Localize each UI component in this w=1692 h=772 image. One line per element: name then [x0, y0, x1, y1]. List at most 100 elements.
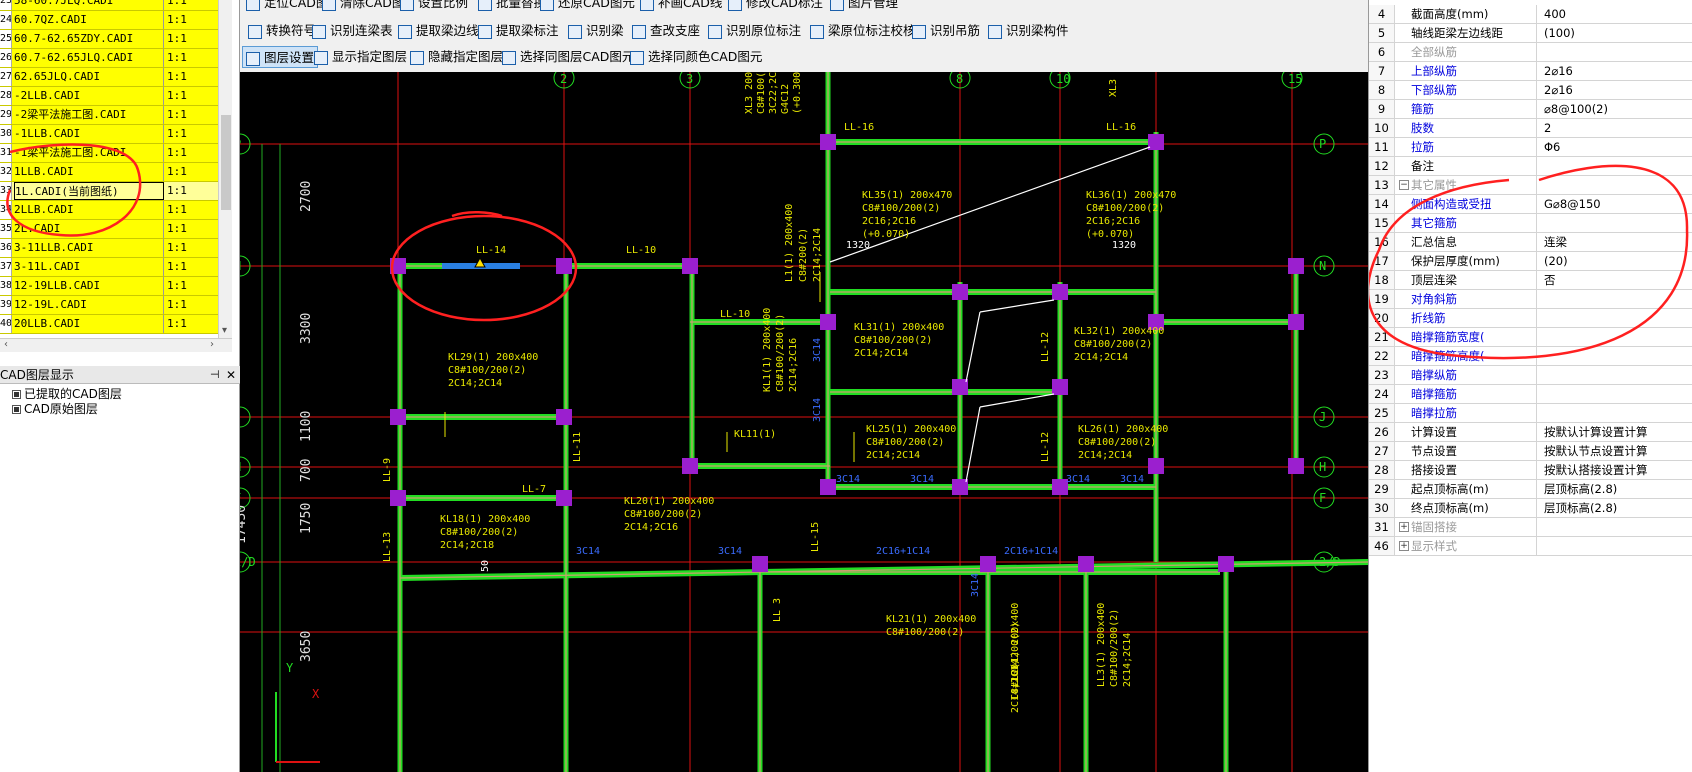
property-value[interactable]: 按默认节点设置计算	[1541, 442, 1692, 460]
drawing-list-vscroll[interactable]: ▾	[218, 0, 232, 338]
toolbar-button[interactable]: 转换符号	[248, 20, 316, 42]
drawing-row[interactable]: 26 60.7-62.65JLQ.CADI 1:1	[0, 49, 218, 68]
scroll-left-icon[interactable]: ‹	[4, 339, 8, 350]
toolbar-button[interactable]: 定位CAD图	[246, 0, 328, 14]
property-value[interactable]: 400	[1541, 5, 1692, 23]
property-value[interactable]	[1541, 176, 1692, 194]
property-value[interactable]: (100)	[1541, 24, 1692, 42]
toolbar-button[interactable]: 补画CAD线	[640, 0, 722, 14]
property-row[interactable]: 21 暗撑箍筋宽度(	[1369, 328, 1692, 347]
property-value[interactable]: 2⌀16	[1541, 62, 1692, 80]
property-row[interactable]: 19 对角斜筋	[1369, 290, 1692, 309]
checkbox-icon[interactable]	[12, 390, 21, 399]
property-value[interactable]: (20)	[1541, 252, 1692, 270]
property-row[interactable]: 29 起点顶标高(m) 层顶标高(2.8)	[1369, 480, 1692, 499]
drawing-row[interactable]: 30 -1LLB.CADI 1:1	[0, 125, 218, 144]
drawing-row[interactable]: 28 -2LLB.CADI 1:1	[0, 87, 218, 106]
scroll-down-icon[interactable]: ▾	[222, 325, 227, 336]
drawing-row[interactable]: 37 3-11L.CADI 1:1	[0, 258, 218, 277]
property-row[interactable]: 4 截面高度(mm) 400	[1369, 5, 1692, 24]
drawing-list-hscroll[interactable]: ‹ ›	[0, 338, 232, 352]
toolbar-button[interactable]: 识别连梁表	[312, 20, 393, 42]
toolbar-button[interactable]: 查改支座	[632, 20, 700, 42]
property-value[interactable]: 2⌀16	[1541, 81, 1692, 99]
toolbar-button[interactable]: 提取梁边线	[398, 20, 479, 42]
toolbar-button[interactable]: 识别原位标注	[708, 20, 801, 42]
pin-icon[interactable]: ⊣	[210, 366, 220, 384]
property-row[interactable]: 11 拉筋 Φ6	[1369, 138, 1692, 157]
property-row[interactable]: 12 备注	[1369, 157, 1692, 176]
toolbar-button[interactable]: 梁原位标注校核	[810, 20, 916, 42]
layer-node-extracted[interactable]: 已提取的CAD图层	[2, 387, 122, 401]
property-row[interactable]: 15 其它箍筋	[1369, 214, 1692, 233]
property-value[interactable]	[1541, 214, 1692, 232]
toolbar-button[interactable]: 隐藏指定图层	[410, 46, 503, 68]
toolbar-button[interactable]: 批量替换	[478, 0, 546, 14]
drawing-row[interactable]: 29 -2梁平法施工图.CADI 1:1	[0, 106, 218, 125]
drawing-row[interactable]: 35 2L.CADI 1:1	[0, 220, 218, 239]
toolbar-button[interactable]: 识别梁	[568, 20, 624, 42]
drawing-row[interactable]: 24 60.7QZ.CADI 1:1	[0, 11, 218, 30]
property-row[interactable]: 5 轴线距梁左边线距 (100)	[1369, 24, 1692, 43]
toolbar-button[interactable]: 选择同颜色CAD图元	[630, 46, 762, 68]
toolbar-button[interactable]: 识别梁构件	[988, 20, 1069, 42]
property-row[interactable]: 16 汇总信息 连梁	[1369, 233, 1692, 252]
toolbar-button[interactable]: 识别吊筋	[912, 20, 980, 42]
scroll-right-icon[interactable]: ›	[210, 339, 214, 350]
drawing-row[interactable]: 36 3-11LLB.CADI 1:1	[0, 239, 218, 258]
drawing-row[interactable]: 40 20LLB.CADI 1:1	[0, 315, 218, 334]
toolbar-button[interactable]: 显示指定图层	[314, 46, 407, 68]
drawing-row[interactable]: 32 1LLB.CADI 1:1	[0, 163, 218, 182]
property-value[interactable]: 层顶标高(2.8)	[1541, 480, 1692, 498]
property-value[interactable]	[1541, 309, 1692, 327]
property-row[interactable]: 28 搭接设置 按默认搭接设置计算	[1369, 461, 1692, 480]
property-row[interactable]: 7 上部纵筋 2⌀16	[1369, 62, 1692, 81]
property-row[interactable]: 27 节点设置 按默认节点设置计算	[1369, 442, 1692, 461]
drawing-row[interactable]: 39 12-19L.CADI 1:1	[0, 296, 218, 315]
property-value[interactable]: G⌀8@150	[1541, 195, 1692, 213]
property-value[interactable]	[1541, 537, 1692, 555]
property-row[interactable]: 9 箍筋 ⌀8@100(2)	[1369, 100, 1692, 119]
property-row[interactable]: 6 全部纵筋	[1369, 43, 1692, 62]
cad-canvas[interactable]: 2381015PNJHF2/DPNJHF2/D27003300110070017…	[240, 72, 1368, 772]
property-value[interactable]: 按默认计算设置计算	[1541, 423, 1692, 441]
property-value[interactable]	[1541, 43, 1692, 61]
property-value[interactable]	[1541, 385, 1692, 403]
toolbar-button[interactable]: 设置比例	[400, 0, 468, 14]
toolbar-button[interactable]: 提取梁标注	[478, 20, 559, 42]
drawing-row[interactable]: 33 1L.CADI(当前图纸) 1:1	[0, 182, 218, 201]
property-value[interactable]: ⌀8@100(2)	[1541, 100, 1692, 118]
property-row[interactable]: 17 保护层厚度(mm) (20)	[1369, 252, 1692, 271]
property-value[interactable]	[1541, 290, 1692, 308]
toolbar-button[interactable]: 图片管理	[830, 0, 898, 14]
property-row[interactable]: 20 折线筋	[1369, 309, 1692, 328]
property-row[interactable]: 30 终点顶标高(m) 层顶标高(2.8)	[1369, 499, 1692, 518]
property-value[interactable]: 否	[1541, 271, 1692, 289]
property-value[interactable]	[1541, 366, 1692, 384]
property-row[interactable]: 13− 其它属性	[1369, 176, 1692, 195]
property-row[interactable]: 23 暗撑纵筋	[1369, 366, 1692, 385]
scroll-thumb[interactable]	[221, 115, 231, 210]
drawing-row[interactable]: 23 58-60.7JLQ.CADI 1:1	[0, 0, 218, 11]
toolbar-button[interactable]: 还原CAD图元	[540, 0, 635, 14]
property-value[interactable]: Φ6	[1541, 138, 1692, 156]
property-row[interactable]: 10 肢数 2	[1369, 119, 1692, 138]
drawing-row[interactable]: 34 2LLB.CADI 1:1	[0, 201, 218, 220]
property-value[interactable]	[1541, 328, 1692, 346]
property-value[interactable]	[1541, 347, 1692, 365]
property-value[interactable]: 按默认搭接设置计算	[1541, 461, 1692, 479]
property-row[interactable]: 14 侧面构造或受扭 G⌀8@150	[1369, 195, 1692, 214]
property-value[interactable]	[1541, 157, 1692, 175]
property-value[interactable]: 连梁	[1541, 233, 1692, 251]
property-value[interactable]	[1541, 518, 1692, 536]
toolbar-button[interactable]: 选择同图层CAD图元	[502, 46, 634, 68]
drawing-row[interactable]: 27 62.65JLQ.CADI 1:1	[0, 68, 218, 87]
property-row[interactable]: 46 + 显示样式	[1369, 537, 1692, 556]
property-row[interactable]: 8 下部纵筋 2⌀16	[1369, 81, 1692, 100]
cad-drawing[interactable]: 2381015PNJHF2/DPNJHF2/D27003300110070017…	[240, 72, 1368, 772]
checkbox-icon[interactable]	[12, 405, 21, 414]
property-row[interactable]: 22 暗撑箍筋高度(	[1369, 347, 1692, 366]
property-value[interactable]: 2	[1541, 119, 1692, 137]
property-row[interactable]: 26 计算设置 按默认计算设置计算	[1369, 423, 1692, 442]
drawing-row[interactable]: 25 60.7-62.65ZDY.CADI 1:1	[0, 30, 218, 49]
